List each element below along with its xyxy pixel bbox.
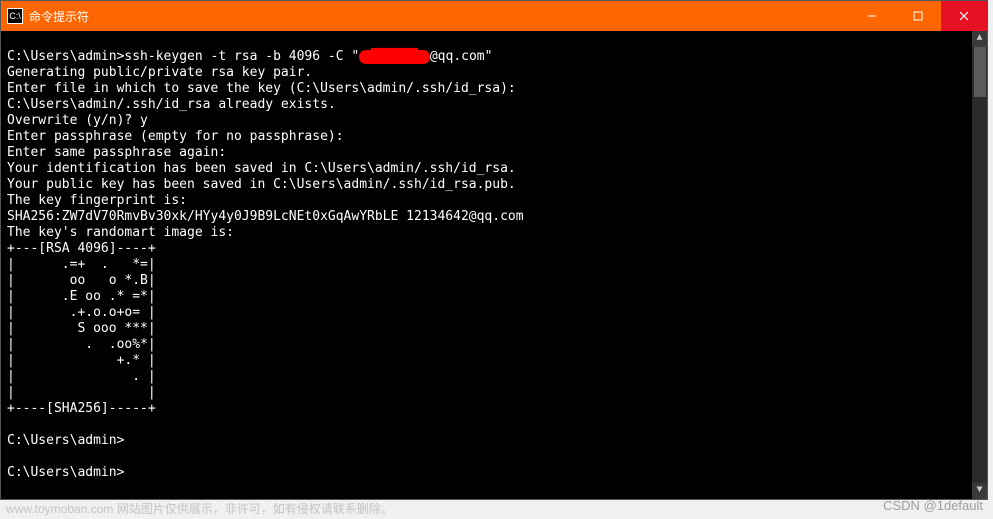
maximize-icon [913,11,923,21]
scroll-down-arrow-icon[interactable]: ▼ [972,483,987,499]
output-line: Your public key has been saved in C:\Use… [7,177,516,192]
command-pre: ssh-keygen -t rsa -b 4096 -C " [124,49,359,64]
output-line: The key fingerprint is: [7,193,187,208]
csdn-watermark: CSDN @1default [883,498,983,513]
randomart-line: | +.* | [7,353,156,368]
prompt: C:\Users\admin> [7,49,124,64]
background-site-text: www.toymoban.com 网站图片仅供展示，非许可，如有侵权请联系删除。 [0,498,399,519]
output-line: Generating public/private rsa key pair. [7,65,312,80]
close-icon [959,11,969,21]
randomart-line: | .=+ . *=| [7,257,156,272]
console-area: C:\Users\admin>ssh-keygen -t rsa -b 4096… [1,31,987,499]
prompt: C:\Users\admin> [7,465,124,480]
randomart-line: | . .oo%*| [7,337,156,352]
close-button[interactable] [941,1,987,31]
output-line: Enter passphrase (empty for no passphras… [7,129,344,144]
vertical-scrollbar[interactable]: ▲ ▼ [971,31,987,499]
randomart-line: | S ooo ***| [7,321,156,336]
output-line: C:\Users\admin/.ssh/id_rsa already exist… [7,97,336,112]
randomart-line: | | [7,385,156,400]
randomart-line: +---[RSA 4096]----+ [7,241,156,256]
scroll-thumb[interactable] [974,47,986,97]
redacted-email-user: 1██████2 [359,50,430,64]
output-line: Enter file in which to save the key (C:\… [7,81,516,96]
command-post: @qq.com" [430,49,493,64]
command-prompt-window: C:\ 命令提示符 C:\Users\admin>ssh-keygen -t r… [0,0,988,500]
window-controls [849,1,987,31]
minimize-icon [867,11,877,21]
prompt: C:\Users\admin> [7,433,124,448]
output-line: Your identification has been saved in C:… [7,161,516,176]
output-line: SHA256:ZW7dV70RmvBv30xk/HYy4y0J9B9LcNEt0… [7,209,524,224]
randomart-line: +----[SHA256]-----+ [7,401,156,416]
randomart-line: | .E oo .* =*| [7,289,156,304]
maximize-button[interactable] [895,1,941,31]
minimize-button[interactable] [849,1,895,31]
randomart-line: | .+.o.o+o= | [7,305,156,320]
window-title: 命令提示符 [29,8,849,25]
randomart-line: | oo o *.B| [7,273,156,288]
scroll-up-arrow-icon[interactable]: ▲ [972,31,987,47]
output-line: Enter same passphrase again: [7,145,226,160]
app-icon: C:\ [7,8,23,24]
randomart-line: | . | [7,369,156,384]
titlebar[interactable]: C:\ 命令提示符 [1,1,987,31]
output-line: The key's randomart image is: [7,225,234,240]
output-line: Overwrite (y/n)? y [7,113,148,128]
terminal-output[interactable]: C:\Users\admin>ssh-keygen -t rsa -b 4096… [1,31,971,499]
